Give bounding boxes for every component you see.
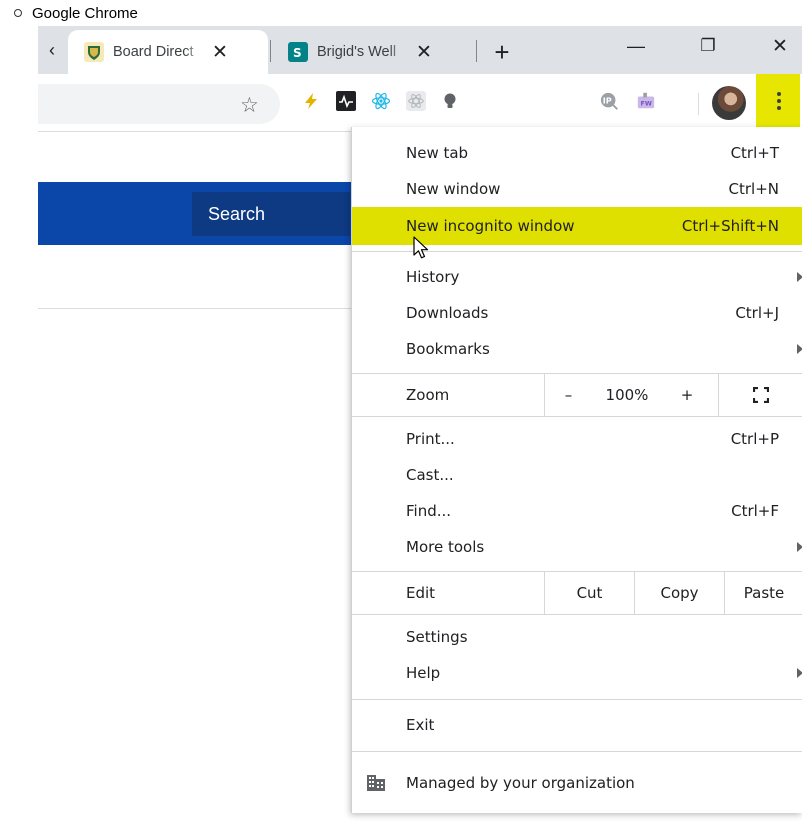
zoom-level: 100% (605, 386, 649, 404)
menu-item-exit[interactable]: Exit (352, 707, 802, 743)
menu-item-label: History (406, 268, 460, 286)
chrome-main-menu: New tab Ctrl+T New window Ctrl+N New inc… (351, 127, 802, 813)
menu-item-label: New tab (406, 144, 469, 162)
menu-item-shortcut: Ctrl+N (728, 180, 779, 198)
menu-item-downloads[interactable]: Downloads Ctrl+J (352, 295, 802, 331)
tab-scroll-left-icon[interactable]: ‹ (38, 26, 66, 74)
tab-board-direct[interactable]: Board Direct ✕ (68, 30, 268, 74)
lightning-extension-icon[interactable] (301, 91, 321, 111)
menu-item-label: Exit (406, 716, 435, 734)
menu-item-help[interactable]: Help (352, 655, 802, 691)
new-tab-button[interactable]: + (482, 32, 522, 72)
tab-brigids-well[interactable]: S Brigid's Well ✕ (274, 30, 474, 74)
menu-item-label: New incognito window (406, 217, 575, 235)
minimize-icon[interactable]: — (606, 26, 666, 66)
menu-item-shortcut: Ctrl+J (735, 304, 779, 322)
zoom-row: Zoom – 100% + (352, 373, 802, 417)
menu-item-more-tools[interactable]: More tools (352, 529, 802, 565)
menu-item-shortcut: Ctrl+T (730, 144, 779, 162)
menu-item-new-tab[interactable]: New tab Ctrl+T (352, 135, 802, 171)
menu-item-cast[interactable]: Cast... (352, 457, 802, 493)
menu-item-bookmarks[interactable]: Bookmarks (352, 331, 802, 367)
tab-separator (476, 40, 477, 62)
svg-text:FW: FW (641, 101, 652, 108)
lightbulb-extension-icon[interactable] (440, 91, 460, 111)
page-divider (38, 308, 358, 309)
toolbar-separator (698, 93, 699, 115)
menu-item-shortcut: Ctrl+F (731, 502, 779, 520)
menu-item-label: New window (406, 180, 501, 198)
svg-text:IP: IP (603, 96, 612, 106)
zoom-label: Zoom (406, 386, 450, 404)
more-menu-icon[interactable] (767, 89, 791, 113)
ip-extension-icon[interactable]: IP (600, 91, 620, 111)
address-bar[interactable]: ☆ (38, 84, 280, 124)
copy-button[interactable]: Copy (634, 572, 724, 614)
menu-item-shortcut: Ctrl+P (730, 430, 779, 448)
menu-item-label: Managed by your organization (406, 774, 635, 792)
menu-item-label: Help (406, 664, 441, 682)
paste-button[interactable]: Paste (724, 572, 802, 614)
submenu-arrow-icon (797, 542, 802, 552)
crest-favicon-icon (84, 42, 104, 62)
tab-separator (270, 40, 271, 62)
menu-item-label: More tools (406, 538, 485, 556)
menu-item-label: Downloads (406, 304, 489, 322)
submenu-arrow-icon (797, 272, 802, 282)
edit-row: Edit Cut Copy Paste (352, 571, 802, 615)
menu-separator (352, 699, 802, 700)
fullscreen-icon[interactable] (718, 374, 802, 416)
menu-item-label: Find... (406, 502, 452, 520)
menu-item-settings[interactable]: Settings (352, 619, 802, 655)
sharepoint-favicon-icon: S (288, 42, 308, 62)
cut-button[interactable]: Cut (544, 572, 634, 614)
menu-item-print[interactable]: Print... Ctrl+P (352, 421, 802, 457)
tab-strip: ‹ Board Direct ✕ S Brigid's Well ✕ + — ❐… (38, 26, 802, 74)
search-button[interactable]: Search (192, 192, 350, 236)
mouse-pointer-icon (413, 236, 429, 265)
tab-title: Board Direct (113, 44, 194, 60)
star-outline-icon[interactable]: ☆ (240, 93, 259, 118)
menu-item-label: Print... (406, 430, 455, 448)
caption-text: Google Chrome (32, 4, 138, 22)
react-devtools-extension-icon[interactable] (406, 91, 426, 111)
building-icon (366, 774, 386, 792)
svg-text:S: S (293, 46, 302, 60)
browser-toolbar: ☆ IP FW (38, 74, 802, 132)
restore-icon[interactable]: ❐ (678, 26, 738, 66)
tab-title: Brigid's Well (317, 44, 397, 60)
zoom-in-button[interactable]: + (662, 374, 712, 416)
pulse-extension-icon[interactable] (336, 91, 356, 111)
submenu-arrow-icon (797, 344, 802, 354)
close-icon[interactable]: ✕ (211, 41, 229, 64)
figure-caption: Google Chrome (0, 0, 138, 26)
menu-item-new-window[interactable]: New window Ctrl+N (352, 171, 802, 207)
close-icon[interactable]: ✕ (415, 41, 433, 64)
fw-extension-icon[interactable]: FW (636, 91, 656, 111)
avatar[interactable] (712, 86, 746, 120)
zoom-out-button[interactable]: – (544, 374, 592, 416)
window-close-icon[interactable]: ✕ (750, 26, 802, 66)
menu-item-find[interactable]: Find... Ctrl+F (352, 493, 802, 529)
react-extension-icon[interactable] (371, 91, 391, 111)
bullet-icon (14, 9, 22, 17)
menu-item-label: Cast... (406, 466, 454, 484)
menu-separator (352, 751, 802, 752)
menu-item-shortcut: Ctrl+Shift+N (681, 217, 779, 235)
submenu-arrow-icon (797, 668, 802, 678)
menu-item-label: Settings (406, 628, 468, 646)
edit-label: Edit (406, 584, 436, 602)
menu-item-managed[interactable]: Managed by your organization (352, 765, 802, 801)
menu-item-label: Bookmarks (406, 340, 490, 358)
